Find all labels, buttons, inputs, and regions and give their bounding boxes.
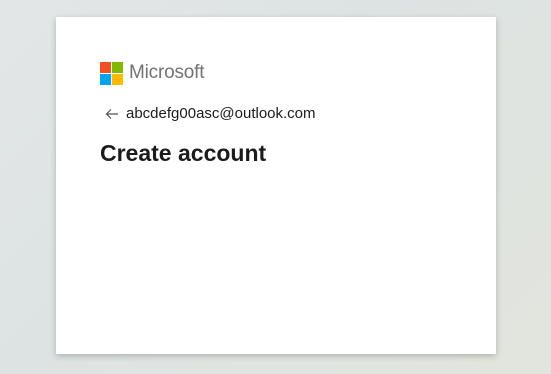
logo-square-green xyxy=(112,61,123,73)
identity-email: abcdefg00asc@outlook.com xyxy=(126,105,316,122)
brand-name: Microsoft xyxy=(129,62,205,83)
logo-square-yellow xyxy=(112,73,123,85)
logo-square-blue xyxy=(100,73,111,85)
page-title: Create account xyxy=(100,140,267,166)
identity-back-button[interactable]: abcdefg00asc@outlook.com xyxy=(104,103,316,125)
microsoft-logo-icon xyxy=(100,61,123,85)
logo-square-red xyxy=(100,61,111,73)
sign-in-card: Microsoft abcdefg00asc@outlook.com Creat… xyxy=(56,17,496,354)
brand-header: Microsoft xyxy=(100,61,204,85)
arrow-left-icon[interactable] xyxy=(104,106,120,122)
